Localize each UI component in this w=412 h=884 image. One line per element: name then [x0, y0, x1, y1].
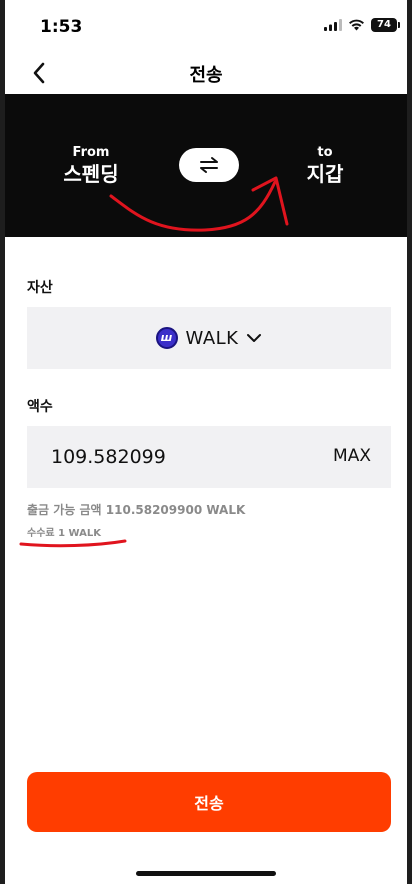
status-bar: 1:53 74 — [5, 0, 407, 52]
max-button[interactable]: MAX — [333, 446, 371, 466]
chevron-down-icon — [247, 334, 262, 342]
wifi-icon — [349, 19, 364, 31]
from-block: From 스펜딩 — [57, 145, 125, 187]
token-icon-letter: ш — [160, 331, 173, 344]
amount-input[interactable] — [51, 445, 291, 469]
swap-arrows-icon — [200, 157, 218, 173]
send-button[interactable]: 전송 — [27, 772, 391, 832]
walk-token-icon: ш — [155, 327, 178, 349]
status-time: 1:53 — [40, 17, 83, 37]
asset-selector[interactable]: ш WALK — [27, 307, 391, 369]
home-indicator — [136, 871, 276, 876]
to-label: to — [317, 145, 333, 160]
available-amount-text: 출금 가능 금액 110.58209900 WALK — [27, 503, 246, 517]
phone-screen: 1:53 74 전송 From 스펜딩 to 지갑 자산 ш WALK 액수 1… — [5, 0, 407, 884]
from-label: From — [72, 145, 110, 160]
amount-label: 액수 — [27, 399, 53, 415]
swap-direction-button[interactable] — [179, 148, 239, 182]
asset-label: 자산 — [27, 280, 53, 296]
fee-text: 수수료 1 WALK — [27, 528, 101, 539]
battery-level: 74 — [377, 19, 391, 30]
amount-field: MAX — [27, 426, 391, 488]
battery-icon: 74 — [371, 18, 400, 32]
cellular-signal-icon — [324, 19, 342, 31]
to-block: to 지갑 — [301, 145, 349, 187]
asset-name: WALK — [185, 327, 239, 349]
transfer-direction-panel: From 스펜딩 to 지갑 — [5, 94, 407, 237]
status-icons: 74 — [324, 18, 400, 32]
nav-bar: 전송 — [5, 52, 407, 94]
to-value: 지갑 — [306, 162, 344, 186]
page-title: 전송 — [189, 65, 223, 86]
from-value: 스펜딩 — [63, 162, 119, 186]
